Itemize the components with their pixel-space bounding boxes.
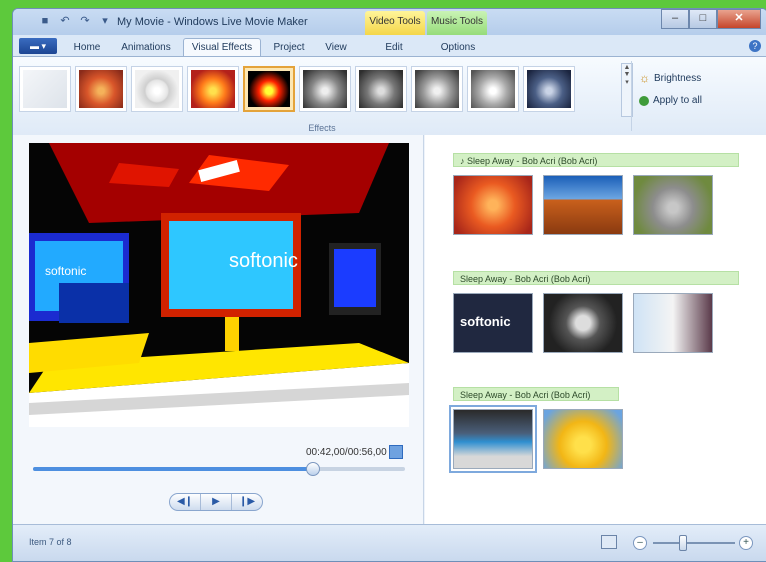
sun-icon: ☼ [639, 71, 650, 85]
redo-icon[interactable]: ↷ [79, 15, 91, 27]
save-icon[interactable]: ■ [39, 15, 51, 27]
clip-jar[interactable] [543, 293, 623, 353]
tab-project[interactable]: Project [267, 39, 311, 57]
preview-pane: softonic softonic 00:42,00/00:56,00 ◀❙ ▶… [13, 135, 424, 525]
tab-animations[interactable]: Animations [113, 39, 179, 57]
clip-office-selected[interactable] [449, 405, 537, 473]
main-content: softonic softonic 00:42,00/00:56,00 ◀❙ ▶… [13, 135, 766, 525]
storyboard: ♪ Sleep Away - Bob Acri (Bob Acri) Sleep… [425, 135, 766, 525]
clip-koala[interactable] [633, 175, 713, 235]
video-logo-left: softonic [45, 264, 86, 278]
effects-gallery [19, 62, 619, 118]
effect-thumbnail[interactable] [131, 66, 183, 112]
tab-view[interactable]: View [317, 39, 355, 57]
video-tools-context-tab: Video Tools [365, 11, 425, 35]
tab-visual-effects[interactable]: Visual Effects [183, 38, 261, 57]
clip-softonic-logo[interactable]: softonic [453, 293, 533, 353]
movie-maker-window: ■ ↶ ↷ ▾ My Movie - Windows Live Movie Ma… [12, 8, 766, 562]
clip-tulips[interactable] [543, 409, 623, 469]
effect-thumbnail[interactable] [355, 66, 407, 112]
customize-dropdown-icon[interactable]: ▾ [99, 15, 111, 27]
apply-to-all-button[interactable]: Apply to all [639, 95, 702, 106]
brightness-label: Brightness [654, 72, 702, 84]
effect-thumbnail[interactable] [467, 66, 519, 112]
tab-options[interactable]: Options [431, 39, 485, 57]
title-bar: ■ ↶ ↷ ▾ My Movie - Windows Live Movie Ma… [13, 9, 766, 35]
effect-thumbnail[interactable] [299, 66, 351, 112]
maximize-button[interactable]: □ [689, 9, 717, 29]
status-bar: Item 7 of 8 – + [13, 524, 766, 561]
music-tools-context-tab: Music Tools [427, 11, 487, 35]
audio-track[interactable]: Sleep Away - Bob Acri (Bob Acri) [453, 271, 739, 285]
audio-track[interactable]: ♪ Sleep Away - Bob Acri (Bob Acri) [453, 153, 739, 167]
previous-frame-button[interactable]: ◀❙ [170, 494, 201, 510]
play-button[interactable]: ▶ [201, 494, 232, 510]
ribbon-panel: ▲ ▼ ▾ ☼ Brightness Apply to all Effects [13, 56, 766, 136]
video-logo-center: softonic [229, 250, 298, 272]
ribbon-group-separator [631, 61, 632, 131]
brightness-button[interactable]: ☼ Brightness [639, 71, 701, 85]
fullscreen-icon[interactable] [389, 445, 403, 459]
clip-flower[interactable] [453, 175, 533, 235]
zoom-slider-thumb[interactable] [678, 535, 687, 551]
next-frame-button[interactable]: ❙▶ [232, 494, 262, 510]
zoom-in-button[interactable]: + [739, 536, 753, 550]
effects-group-label: Effects [308, 123, 336, 133]
effect-thumbnail-selected[interactable] [243, 66, 295, 112]
zoom-slider-track[interactable] [653, 542, 735, 544]
help-icon[interactable]: ? [749, 40, 761, 52]
minimize-button[interactable]: – [661, 9, 689, 29]
seek-bar-fill [33, 467, 312, 471]
zoom-out-button[interactable]: – [633, 536, 647, 550]
close-button[interactable]: ✕ [717, 9, 761, 29]
playback-controls: ◀❙ ▶ ❙▶ [169, 493, 263, 511]
application-menu-button[interactable]: ▬ ▾ [19, 38, 57, 54]
video-preview[interactable]: softonic softonic [29, 143, 409, 427]
window-controls: – □ ✕ [661, 9, 761, 29]
window-title: My Movie - Windows Live Movie Maker [117, 16, 308, 28]
apply-all-icon [639, 95, 649, 106]
timecode: 00:42,00/00:56,00 [306, 447, 387, 458]
effect-thumbnail[interactable] [75, 66, 127, 112]
clip-softonic-text: softonic [460, 314, 511, 329]
thumbnail-size-icon[interactable] [601, 535, 617, 549]
audio-track[interactable]: Sleep Away - Bob Acri (Bob Acri) [453, 387, 619, 401]
effect-thumbnail[interactable] [411, 66, 463, 112]
item-count: Item 7 of 8 [29, 537, 72, 547]
clip-chair[interactable] [633, 293, 713, 353]
tab-home[interactable]: Home [67, 39, 107, 57]
ribbon-tabs: ▬ ▾ Home Animations Visual Effects Proje… [13, 35, 766, 57]
seek-thumb[interactable] [306, 462, 320, 476]
undo-icon[interactable]: ↶ [59, 15, 71, 27]
tab-edit[interactable]: Edit [369, 39, 419, 57]
apply-to-all-label: Apply to all [653, 95, 702, 106]
clip-desert[interactable] [543, 175, 623, 235]
effect-thumbnail[interactable] [19, 66, 71, 112]
video-frame: softonic softonic [29, 143, 409, 427]
effect-thumbnail[interactable] [187, 66, 239, 112]
seek-bar[interactable] [33, 467, 405, 471]
effect-thumbnail[interactable] [523, 66, 575, 112]
quick-access-toolbar: ■ ↶ ↷ ▾ [39, 15, 111, 27]
